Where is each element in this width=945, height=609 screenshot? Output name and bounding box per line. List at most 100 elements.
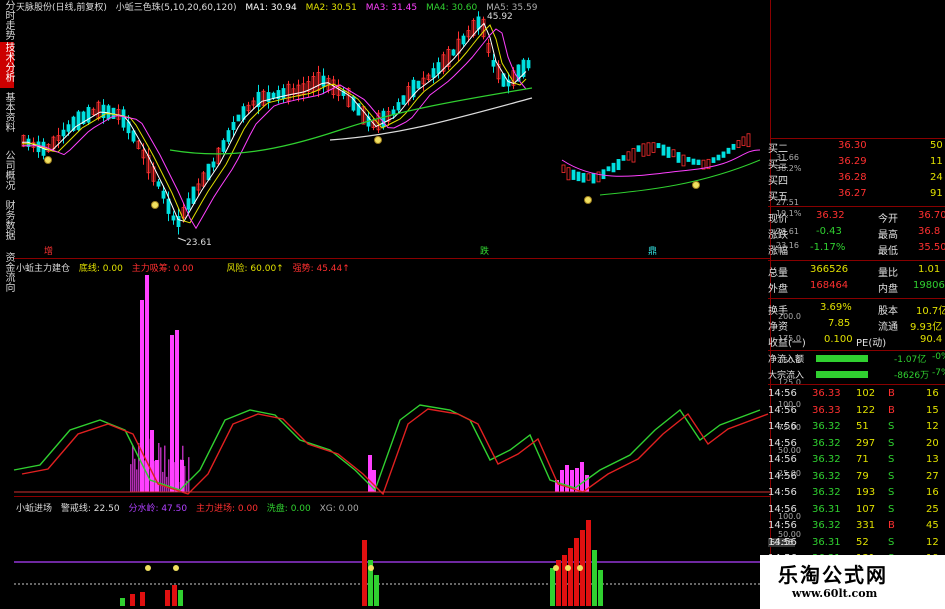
candlestick xyxy=(686,156,691,162)
signal-bar xyxy=(586,520,591,606)
tick-volume: 52 xyxy=(856,536,869,548)
signal-bar xyxy=(562,555,567,606)
flow-pct: -7% xyxy=(932,368,945,378)
oscillator-bar xyxy=(188,457,190,492)
tick-price: 36.32 xyxy=(812,437,841,449)
candlestick xyxy=(621,155,626,161)
tick-row[interactable]: 14:56 36.33 102 B 16 xyxy=(768,388,945,402)
tick-count: 12 xyxy=(926,536,939,548)
bid-label: 买五 xyxy=(768,192,788,203)
stat-row: 换手 3.69% 股本 10.7亿 xyxy=(768,302,945,317)
tick-side: S xyxy=(888,470,895,482)
panel3-field: 警戒线: 22.50 xyxy=(60,504,120,514)
oscillator-line xyxy=(21,408,769,496)
tick-count: 45 xyxy=(926,520,939,531)
tick-side: S xyxy=(888,437,895,449)
stat-label: 总量 xyxy=(768,268,788,279)
tick-row[interactable]: 14:56 36.31 52 S 12 xyxy=(768,537,945,551)
candlestick xyxy=(616,159,621,171)
stat-value: 1.01 xyxy=(918,264,941,275)
panel2-field: 底线: 0.00 xyxy=(78,264,123,274)
candlestick xyxy=(566,167,571,181)
tick-side: B xyxy=(888,520,895,531)
tick-side: B xyxy=(888,388,895,399)
flow-label: 净流入额 xyxy=(768,355,805,365)
oscillator-bar xyxy=(140,469,142,492)
candlestick xyxy=(191,186,196,204)
bid-price: 36.29 xyxy=(838,156,867,167)
stat-label: 股本 xyxy=(878,306,898,317)
signal-bar xyxy=(140,592,145,606)
flow-label: 大宗流入 xyxy=(768,371,805,381)
tick-price: 36.32 xyxy=(812,454,841,465)
tick-count: 27 xyxy=(926,470,939,482)
signal-bar xyxy=(592,550,597,606)
bid-volume: 50 xyxy=(930,140,943,151)
panel2-field: 风险: 60.00↑ xyxy=(226,264,284,274)
stat-value: 366526 xyxy=(810,264,849,275)
stat-value: -0.43 xyxy=(816,226,842,237)
tick-count: 20 xyxy=(926,437,939,449)
tick-count: 16 xyxy=(926,388,939,399)
price-pointer xyxy=(177,237,187,242)
candlestick xyxy=(601,169,606,180)
tab-intraday[interactable]: 分时走势 xyxy=(0,0,14,40)
candlestick xyxy=(381,110,386,128)
bid-row[interactable]: 买四 36.28 24 xyxy=(768,172,945,187)
candlestick xyxy=(681,154,686,167)
stat-row: 收益(一) 0.100 PE(动) 90.4 xyxy=(768,334,945,349)
candlestick xyxy=(431,68,436,78)
oscillator-bar xyxy=(182,445,184,492)
stat-label: 外盘 xyxy=(768,284,788,295)
tick-row[interactable]: 14:56 36.32 193 S 16 xyxy=(768,487,945,501)
tick-volume: 79 xyxy=(856,470,869,482)
stat-value: 168464 xyxy=(810,280,849,291)
candlestick xyxy=(186,198,191,210)
tick-row[interactable]: 14:56 36.32 51 S 12 xyxy=(768,421,945,435)
bid-row[interactable]: 买五 36.27 91 xyxy=(768,188,945,203)
oscillator-bar xyxy=(132,445,134,492)
stat-value: 7.85 xyxy=(828,318,851,329)
tick-row[interactable]: 14:56 36.32 79 S 27 xyxy=(768,471,945,485)
stat-value: 10.7亿 xyxy=(916,306,945,317)
bid-row[interactable]: 买二 36.30 50 xyxy=(768,140,945,155)
flow-row: 大宗流入 -8626万 -7% xyxy=(768,368,945,382)
candlestick xyxy=(161,190,166,199)
tick-time: 14:56 xyxy=(768,388,797,399)
oscillator-bar xyxy=(180,459,182,492)
tick-row[interactable]: 14:56 36.32 71 S 13 xyxy=(768,454,945,468)
candlestick xyxy=(731,143,736,150)
stat-label: 净资 xyxy=(768,322,788,333)
candlestick xyxy=(61,129,66,137)
tab-technical[interactable]: 技术分析 xyxy=(0,42,14,88)
oscillator-bar xyxy=(166,476,168,492)
bid-row[interactable]: 买三 36.29 11 xyxy=(768,156,945,171)
tick-row[interactable]: 14:56 36.32 297 S 20 xyxy=(768,438,945,452)
candlestick xyxy=(561,164,566,173)
stat-label: 今开 xyxy=(878,214,898,225)
tick-volume: 122 xyxy=(856,404,876,416)
panel3-field: 洗盘: 0.00 xyxy=(266,504,311,514)
tick-price: 36.32 xyxy=(812,520,841,531)
candlestick xyxy=(451,49,456,56)
tab-fund-flow[interactable]: 资金流向 xyxy=(0,252,14,296)
divider xyxy=(768,350,945,351)
tab-company[interactable]: 公司概况 xyxy=(0,150,14,194)
tab-finance[interactable]: 财务数据 xyxy=(0,200,14,244)
tick-row[interactable]: 14:56 36.32 331 B 45 xyxy=(768,520,945,534)
oscillator-bar xyxy=(130,464,132,492)
stat-value: 0.100 xyxy=(824,334,853,345)
stat-value: 90.4 xyxy=(920,334,943,345)
tick-row[interactable]: 14:56 36.31 107 S 25 xyxy=(768,504,945,518)
candlestick xyxy=(666,146,671,158)
bid-label: 买四 xyxy=(768,176,788,187)
candlestick xyxy=(636,145,641,152)
candlestick xyxy=(231,121,236,131)
tab-profile[interactable]: 基本资料 xyxy=(0,92,14,136)
signal-bar xyxy=(120,598,125,606)
tick-row[interactable]: 14:56 36.33 122 B 15 xyxy=(768,405,945,419)
stat-value: 36.8 xyxy=(918,226,941,237)
tick-time: 14:56 xyxy=(768,520,797,531)
panel3-field: XG: 0.00 xyxy=(319,504,359,514)
tick-price: 36.33 xyxy=(812,388,841,399)
